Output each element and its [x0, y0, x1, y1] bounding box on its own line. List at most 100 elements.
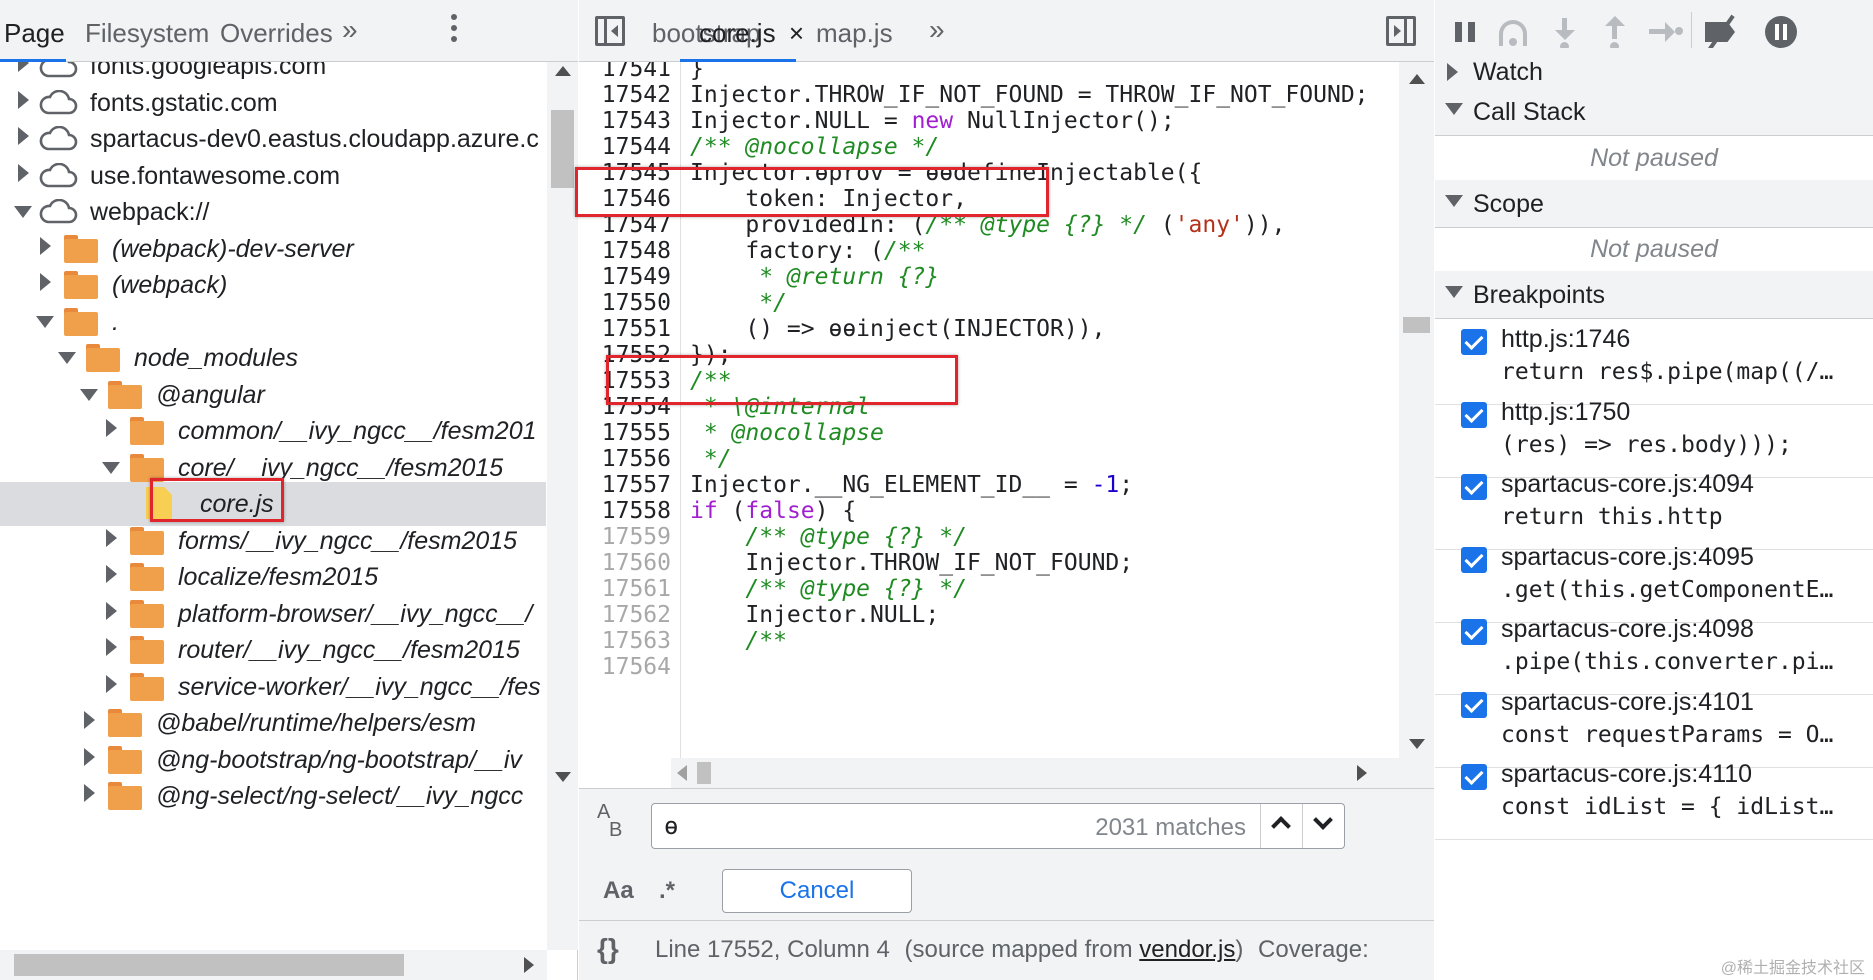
pretty-print-icon[interactable]: {}: [597, 933, 619, 965]
scroll-up-icon[interactable]: [555, 66, 571, 76]
expand-arrow-icon: [1447, 63, 1458, 81]
breakpoint-checkbox[interactable]: [1461, 691, 1487, 718]
code-hscroll-thumb[interactable]: [697, 762, 711, 784]
file-tree-label: forms/__ivy_ngcc__/fesm2015: [178, 526, 518, 555]
breakpoint-checkbox[interactable]: [1461, 764, 1487, 790]
tree-vertical-scrollbar[interactable]: [547, 62, 578, 950]
toggle-debugger-icon[interactable]: [1386, 16, 1416, 46]
breakpoint-checkbox[interactable]: [1461, 546, 1487, 573]
tab-map-js[interactable]: map.js: [816, 0, 893, 62]
file-tree-label: use.fontawesome.com: [90, 161, 341, 190]
close-tab-icon[interactable]: ×: [789, 18, 804, 48]
scroll-down-icon[interactable]: [555, 772, 571, 782]
code-scroll-down-icon[interactable]: [1409, 739, 1425, 749]
status-text: Line 17552, Column 4 (source mapped from…: [655, 936, 1369, 964]
file-tree-label: fonts.gstatic.com: [90, 88, 278, 117]
regex-toggle[interactable]: .*: [659, 877, 675, 905]
replace-toggle-icon[interactable]: AB: [597, 802, 631, 840]
collapsed-arrow-icon[interactable]: [106, 674, 117, 693]
more-tabs-icon[interactable]: »: [342, 14, 358, 46]
tab-filesystem[interactable]: Filesystem: [85, 0, 209, 62]
match-case-toggle[interactable]: Aa: [603, 877, 634, 905]
tab-page[interactable]: Page: [4, 0, 65, 62]
code-vertical-scrollbar[interactable]: [1399, 62, 1434, 788]
expanded-arrow-icon[interactable]: [36, 315, 54, 328]
highlight-box-defineinjectable: [575, 167, 1049, 217]
tab-core-js[interactable]: core.js ×: [699, 0, 804, 62]
tab-core-js-label: core.js: [699, 18, 776, 48]
folder-icon: [130, 563, 164, 591]
toolbar-divider: [1691, 12, 1692, 50]
folder-icon: [130, 417, 164, 445]
cancel-button[interactable]: Cancel: [722, 869, 912, 913]
find-next-button[interactable]: [1302, 804, 1344, 848]
collapsed-arrow-icon[interactable]: [40, 236, 51, 255]
tree-scroll-thumb[interactable]: [551, 110, 574, 188]
expanded-arrow-icon[interactable]: [102, 461, 120, 474]
breakpoint-code: return this.http: [1501, 504, 1723, 530]
collapsed-arrow-icon[interactable]: [84, 784, 95, 802]
source-mapped-link[interactable]: vendor.js: [1139, 936, 1235, 963]
status-bar: {} Line 17552, Column 4 (source mapped f…: [579, 920, 1434, 980]
toggle-navigator-icon[interactable]: [595, 16, 625, 46]
tree-hscroll-thumb[interactable]: [14, 954, 404, 976]
breakpoint-item[interactable]: spartacus-core.js:4110 const idList = { i…: [1435, 754, 1873, 840]
line-number[interactable]: 17564: [579, 652, 671, 683]
collapsed-arrow-icon[interactable]: [18, 90, 29, 109]
code-text: () => ɵɵinject(INJECTOR)),: [690, 316, 1106, 342]
collapsed-arrow-icon[interactable]: [84, 711, 95, 729]
file-tree-label: common/__ivy_ngcc__/fesm201: [178, 417, 537, 445]
code-scroll-right-icon[interactable]: [1357, 765, 1367, 781]
more-options-icon[interactable]: [450, 14, 458, 48]
collapsed-arrow-icon[interactable]: [106, 601, 117, 620]
breakpoint-code: .pipe(this.converter.pi…: [1501, 649, 1834, 675]
collapsed-arrow-icon[interactable]: [106, 565, 117, 583]
collapsed-arrow-icon[interactable]: [84, 747, 95, 766]
breakpoint-checkbox[interactable]: [1461, 329, 1487, 355]
breakpoint-location: spartacus-core.js:4101: [1501, 687, 1754, 716]
find-input[interactable]: ɵ 2031 matches: [651, 803, 1345, 849]
breakpoint-location: spartacus-core.js:4110: [1501, 760, 1753, 788]
file-tree-node[interactable]: @ng-select/ng-select/__ivy_ngcc: [0, 774, 546, 818]
pause-icon[interactable]: [1449, 14, 1485, 50]
breakpoint-checkbox[interactable]: [1461, 619, 1487, 645]
file-tree-label: (webpack): [112, 271, 228, 299]
collapsed-arrow-icon[interactable]: [18, 127, 29, 145]
scope-not-paused: Not paused: [1435, 219, 1873, 279]
folder-icon: [86, 344, 120, 372]
more-editor-tabs-icon[interactable]: »: [929, 14, 945, 46]
file-tree-label: @ng-select/ng-select/__ivy_ngcc: [156, 782, 524, 810]
folder-icon: [108, 782, 142, 810]
collapsed-arrow-icon[interactable]: [18, 163, 29, 182]
tree-horizontal-scrollbar[interactable]: [0, 950, 547, 980]
code-horizontal-scrollbar[interactable]: [671, 758, 1399, 788]
collapse-arrow-icon: [1445, 286, 1463, 298]
collapse-arrow-icon: [1445, 195, 1463, 207]
expanded-arrow-icon[interactable]: [80, 388, 98, 401]
collapsed-arrow-icon[interactable]: [40, 273, 51, 291]
find-previous-button[interactable]: [1260, 804, 1302, 848]
breakpoint-location: spartacus-core.js:4095: [1501, 542, 1754, 571]
call-stack-not-paused: Not paused: [1435, 128, 1873, 188]
collapsed-arrow-icon[interactable]: [106, 638, 117, 656]
breakpoints-section-header[interactable]: Breakpoints: [1435, 271, 1873, 319]
collapsed-arrow-icon[interactable]: [18, 62, 29, 72]
breakpoint-checkbox[interactable]: [1461, 474, 1487, 500]
file-tree-label: fonts.googleapis.com: [90, 62, 327, 80]
expanded-arrow-icon[interactable]: [58, 352, 76, 364]
deactivate-breakpoints-icon[interactable]: [1701, 14, 1745, 52]
code-scroll-thumb[interactable]: [1403, 317, 1430, 333]
breakpoint-checkbox[interactable]: [1461, 401, 1487, 428]
collapsed-arrow-icon[interactable]: [106, 419, 117, 437]
scroll-right-icon[interactable]: [524, 957, 534, 973]
collapsed-arrow-icon[interactable]: [106, 528, 117, 547]
code-scroll-left-icon[interactable]: [677, 765, 687, 781]
expanded-arrow-icon[interactable]: [14, 206, 32, 218]
file-tree-label: (webpack)-dev-server: [112, 234, 354, 263]
breakpoint-location: spartacus-core.js:4094: [1501, 470, 1754, 498]
code-scroll-up-icon[interactable]: [1409, 74, 1425, 84]
breakpoint-code: (res) => res.body)));: [1501, 431, 1792, 458]
file-tree-label: router/__ivy_ngcc__/fesm2015: [178, 636, 520, 664]
tab-overrides[interactable]: Overrides: [220, 0, 333, 62]
pause-on-exceptions-icon[interactable]: [1763, 14, 1799, 50]
